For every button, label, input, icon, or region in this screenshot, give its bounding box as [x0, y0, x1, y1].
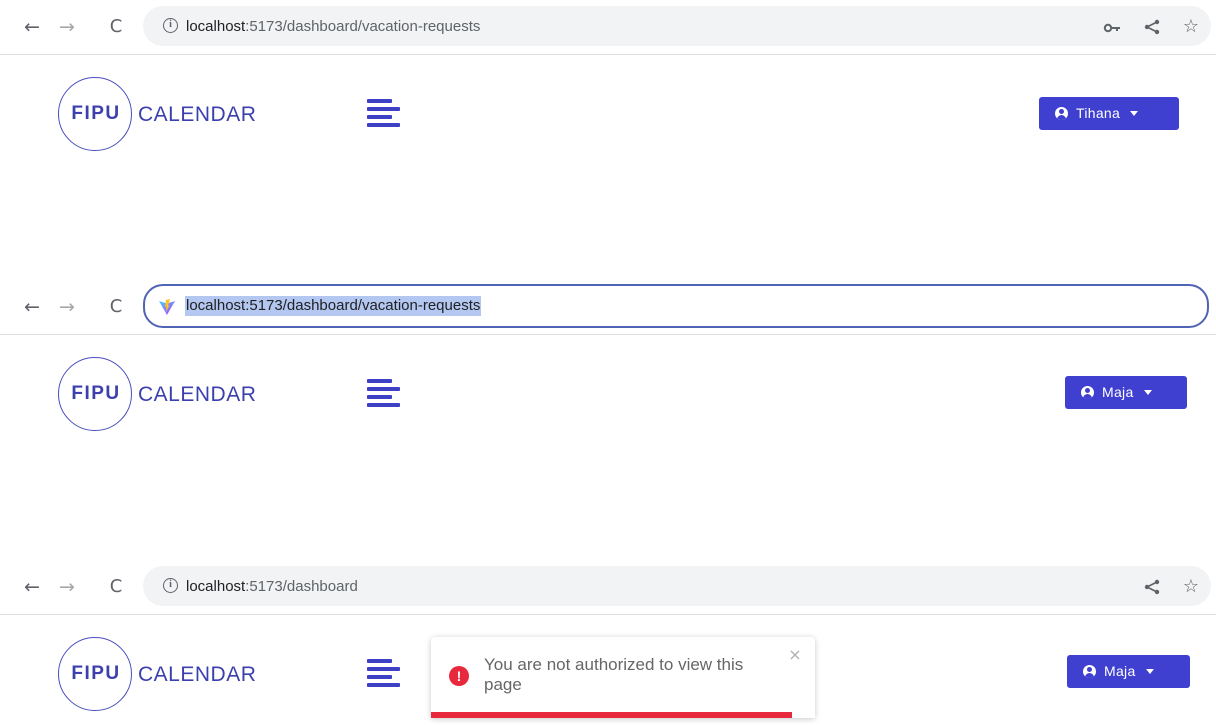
- url-text[interactable]: localhost:5173/dashboard: [186, 577, 358, 597]
- url-text[interactable]: localhost:5173/dashboard/vacation-reques…: [186, 17, 480, 37]
- error-toast[interactable]: ! You are not authorized to view this pa…: [431, 637, 815, 718]
- user-name: Maja: [1104, 663, 1136, 679]
- reload-icon[interactable]: C: [104, 14, 128, 40]
- forward-arrow-icon[interactable]: →: [55, 14, 79, 40]
- reload-icon[interactable]: C: [104, 574, 128, 600]
- forward-arrow-icon[interactable]: →: [55, 294, 79, 320]
- forward-arrow-icon[interactable]: →: [55, 574, 79, 600]
- reload-icon[interactable]: C: [104, 294, 128, 320]
- user-menu-button[interactable]: Maja: [1065, 376, 1187, 409]
- error-exclamation-icon: !: [449, 666, 469, 686]
- user-circle-icon: [1083, 665, 1096, 678]
- url-host: localhost: [186, 18, 246, 35]
- menu-toggle-icon[interactable]: [367, 99, 400, 129]
- user-name: Tihana: [1076, 105, 1121, 121]
- back-arrow-icon[interactable]: ←: [20, 294, 44, 320]
- toast-message: You are not authorized to view this page: [484, 655, 744, 694]
- address-bar[interactable]: i localhost:5173/dashboard/vacation-requ…: [143, 6, 1211, 46]
- logo-calendar-text: CALENDAR: [138, 383, 257, 406]
- user-circle-icon: [1081, 386, 1094, 399]
- menu-toggle-icon[interactable]: [367, 379, 400, 409]
- site-info-icon[interactable]: i: [163, 18, 178, 33]
- browser-toolbar: ← → C i localhost:5173/dashboard/vacatio…: [0, 0, 1216, 55]
- user-menu-button[interactable]: Tihana: [1039, 97, 1179, 130]
- browser-panel-1: ← → C i localhost:5173/dashboard/vacatio…: [0, 0, 1216, 240]
- browser-toolbar: ← → C localhost:5173/dashboard/vacation-…: [0, 280, 1216, 335]
- url-text-selected[interactable]: localhost:5173/dashboard/vacation-reques…: [185, 296, 482, 316]
- back-arrow-icon[interactable]: ←: [20, 574, 44, 600]
- url-host: localhost: [186, 578, 246, 595]
- logo-fipu-text: FIPU: [71, 103, 121, 124]
- app-header: FIPU CALENDAR Tihana: [0, 55, 1216, 165]
- close-icon[interactable]: ×: [787, 647, 803, 663]
- share-icon[interactable]: [1140, 574, 1164, 600]
- site-info-icon[interactable]: i: [163, 578, 178, 593]
- address-bar-focused[interactable]: localhost:5173/dashboard/vacation-reques…: [143, 284, 1209, 328]
- caret-down-icon: [1130, 111, 1139, 116]
- caret-down-icon: [1145, 669, 1154, 674]
- browser-toolbar: ← → C i localhost:5173/dashboard ☆: [0, 560, 1216, 615]
- url-path: :5173/dashboard/vacation-requests: [245, 18, 481, 35]
- logo-fipu-text: FIPU: [71, 383, 121, 404]
- menu-toggle-icon[interactable]: [367, 659, 400, 689]
- logo-calendar-text: CALENDAR: [138, 663, 257, 686]
- user-circle-icon: [1055, 107, 1068, 120]
- user-menu-button[interactable]: Maja: [1067, 655, 1190, 688]
- app-header: FIPU CALENDAR Maja: [0, 335, 1216, 445]
- bookmark-star-icon[interactable]: ☆: [1179, 14, 1203, 40]
- user-name: Maja: [1102, 384, 1134, 400]
- vite-favicon-icon: [159, 299, 175, 315]
- browser-panel-2: ← → C localhost:5173/dashboard/vacation-…: [0, 280, 1216, 520]
- key-icon[interactable]: [1100, 14, 1124, 40]
- logo-fipu-text: FIPU: [71, 663, 121, 684]
- bookmark-star-icon[interactable]: ☆: [1179, 574, 1203, 600]
- toast-progress-bar: [431, 712, 792, 718]
- back-arrow-icon[interactable]: ←: [20, 14, 44, 40]
- url-path: :5173/dashboard: [245, 578, 358, 595]
- caret-down-icon: [1143, 390, 1152, 395]
- share-icon[interactable]: [1140, 14, 1164, 40]
- logo-calendar-text: CALENDAR: [138, 103, 257, 126]
- address-bar[interactable]: i localhost:5173/dashboard: [143, 566, 1211, 606]
